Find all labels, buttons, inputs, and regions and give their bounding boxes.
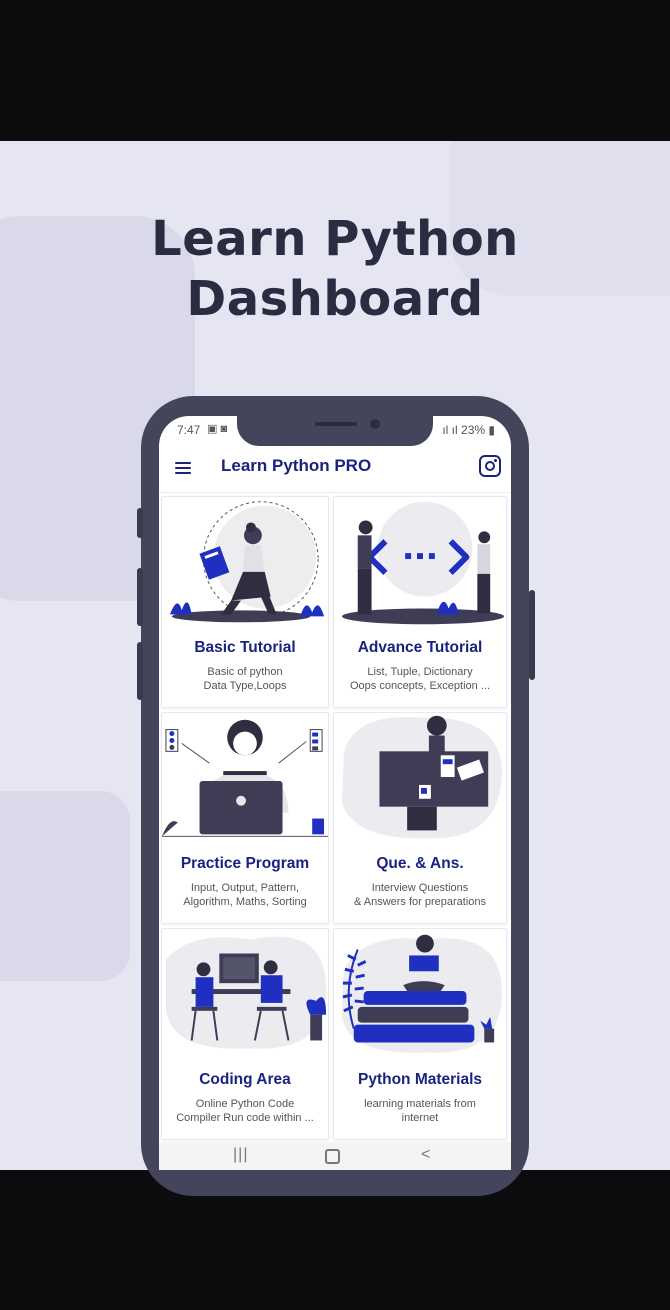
card-title: Practice Program: [180, 855, 310, 872]
card-title: Coding Area: [199, 1071, 291, 1088]
notification-icons: ▣ ◙: [207, 423, 228, 435]
card-title: Python Materials: [357, 1071, 483, 1088]
promo-headline: Learn Python Dashboard: [0, 209, 670, 329]
phone-notch: [237, 416, 433, 446]
card-title: Que. & Ans.: [376, 855, 464, 872]
recents-button[interactable]: |||: [233, 1146, 248, 1164]
decorative-shape: [0, 791, 130, 981]
card-practice-program[interactable]: Practice Program Input, Output, Pattern,…: [161, 712, 329, 924]
battery-icon: ▮: [488, 423, 495, 437]
front-camera: [370, 419, 380, 429]
card-title: Advance Tutorial: [357, 639, 483, 656]
status-right: ıl ıl 23% ▮: [442, 423, 495, 437]
advance-tutorial-illustration: [341, 501, 505, 625]
card-advance-tutorial[interactable]: Advance Tutorial List, Tuple, Dictionary…: [333, 496, 507, 708]
app-bar: Learn Python PRO: [159, 446, 511, 493]
headline-line-1: Learn Python: [151, 211, 519, 267]
phone-side-button: [137, 568, 143, 626]
card-description: List, Tuple, Dictionary Oops concepts, E…: [349, 666, 491, 692]
app-title: Learn Python PRO: [221, 456, 372, 475]
card-description: Basic of python Data Type,Loops: [203, 666, 287, 692]
card-coding-area[interactable]: Coding Area Online Python Code Compiler …: [161, 928, 329, 1140]
card-description: Interview Questions & Answers for prepar…: [353, 882, 487, 908]
practice-program-illustration: [162, 719, 328, 837]
card-description: Online Python Code Compiler Run code wit…: [176, 1098, 314, 1124]
coding-area-illustration: [165, 936, 327, 1049]
phone-power-button: [529, 590, 535, 680]
que-ans-illustration: [341, 715, 503, 839]
dashboard-grid: Basic Tutorial Basic of python Data Type…: [161, 496, 509, 1140]
basic-tutorial-illustration: [169, 501, 325, 623]
python-materials-illustration: [341, 934, 503, 1053]
back-button[interactable]: <: [421, 1146, 430, 1164]
status-time: 7:47: [177, 423, 201, 437]
card-basic-tutorial[interactable]: Basic Tutorial Basic of python Data Type…: [161, 496, 329, 708]
card-description: learning materials from internet: [364, 1098, 476, 1124]
headline-line-2: Dashboard: [186, 271, 484, 327]
card-que-ans[interactable]: Que. & Ans. Interview Questions & Answer…: [333, 712, 507, 924]
system-nav-bar: ||| <: [159, 1142, 511, 1170]
instagram-icon[interactable]: [479, 455, 501, 477]
card-python-materials[interactable]: Python Materials learning materials from…: [333, 928, 507, 1140]
phone-screen: 7:47 ▣ ◙ ıl ıl 23% ▮ Learn Python PRO Ba…: [159, 416, 511, 1170]
hamburger-menu-icon[interactable]: [175, 462, 191, 474]
home-button[interactable]: [325, 1149, 340, 1164]
card-title: Basic Tutorial: [194, 639, 296, 656]
battery-level: 23%: [461, 423, 486, 437]
phone-speaker: [315, 422, 357, 426]
phone-side-button: [137, 508, 143, 538]
phone-side-button: [137, 642, 143, 700]
card-description: Input, Output, Pattern, Algorithm, Maths…: [183, 882, 307, 908]
signal-icon: ıl ıl: [442, 423, 462, 437]
